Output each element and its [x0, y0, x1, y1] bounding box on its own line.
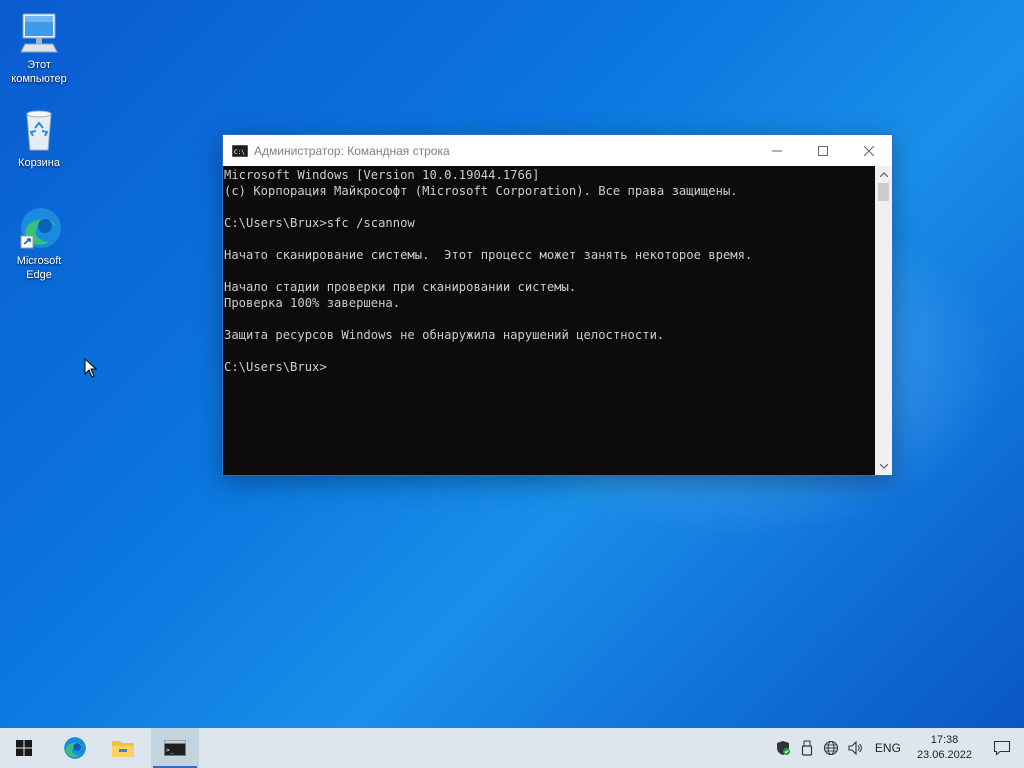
mouse-cursor-icon — [84, 358, 98, 378]
vertical-scrollbar[interactable] — [875, 166, 892, 475]
globe-icon — [823, 740, 838, 756]
close-icon — [864, 145, 874, 156]
cmd-window[interactable]: C:\ Администратор: Командная строка Micr… — [223, 135, 892, 475]
notification-icon — [993, 740, 1011, 756]
language-indicator[interactable]: ENG — [867, 741, 909, 755]
desktop-icon-edge[interactable]: Microsoft Edge — [4, 204, 74, 282]
scroll-up-button[interactable] — [875, 166, 892, 183]
desktop-icon-label: Microsoft Edge — [16, 255, 62, 281]
minimize-button[interactable] — [754, 135, 800, 166]
desktop-icon-this-pc[interactable]: Этот компьютер — [4, 8, 74, 86]
taskbar-edge-button[interactable] — [51, 728, 99, 768]
taskbar: >_ ENG 17:38 23.06.2022 — [0, 728, 1024, 768]
chevron-down-icon — [879, 464, 888, 469]
tray-volume-button[interactable] — [843, 728, 867, 768]
tray-network-button[interactable] — [819, 728, 843, 768]
console-line: Microsoft Windows [Version 10.0.19044.17… — [224, 168, 540, 182]
desktop-icon-label: Корзина — [18, 157, 60, 169]
scroll-thumb[interactable] — [878, 183, 889, 201]
maximize-button[interactable] — [800, 135, 846, 166]
maximize-icon — [818, 145, 828, 156]
edge-icon — [64, 737, 86, 759]
folder-icon — [112, 741, 134, 757]
taskbar-cmd-button[interactable]: >_ — [151, 728, 199, 768]
taskbar-explorer-button[interactable] — [99, 728, 147, 768]
console-output[interactable]: Microsoft Windows [Version 10.0.19044.17… — [223, 166, 875, 475]
action-center-button[interactable] — [980, 728, 1024, 768]
shield-icon — [776, 741, 790, 755]
usb-drive-icon — [801, 740, 813, 756]
clock-time: 17:38 — [930, 734, 959, 746]
console-line: Проверка 100% завершена. — [224, 296, 401, 310]
desktop-icon-recycle-bin[interactable]: Корзина — [4, 106, 74, 170]
edge-icon — [15, 204, 63, 252]
minimize-icon — [772, 150, 782, 151]
computer-icon — [15, 8, 63, 56]
windows-logo-icon — [16, 740, 32, 756]
close-button[interactable] — [846, 135, 892, 166]
console-line: Защита ресурсов Windows не обнаружила на… — [224, 328, 665, 342]
console-line: C:\Users\Brux> — [224, 360, 327, 374]
console-line: C:\Users\Brux>sfc /scannow — [224, 216, 415, 230]
tray-usb-button[interactable] — [795, 728, 819, 768]
system-tray: ENG 17:38 23.06.2022 — [771, 728, 1024, 768]
cmd-app-icon: >_ — [164, 740, 186, 756]
speaker-icon — [848, 740, 862, 756]
chevron-up-icon — [879, 172, 888, 177]
console-line: Начато сканирование системы. Этот процес… — [224, 248, 753, 262]
console-line: (c) Корпорация Майкрософт (Microsoft Cor… — [224, 184, 738, 198]
window-title: Администратор: Командная строка — [254, 143, 450, 158]
svg-text:>_: >_ — [166, 746, 174, 754]
taskbar-clock[interactable]: 17:38 23.06.2022 — [909, 733, 980, 763]
svg-text:C:\: C:\ — [234, 149, 245, 156]
cmd-app-icon: C:\ — [232, 144, 248, 157]
scroll-down-button[interactable] — [875, 458, 892, 475]
clock-date: 23.06.2022 — [916, 749, 972, 761]
tray-defender-button[interactable] — [771, 728, 795, 768]
window-titlebar[interactable]: C:\ Администратор: Командная строка — [223, 135, 892, 166]
start-button[interactable] — [0, 728, 48, 768]
desktop-icon-label: Этот компьютер — [11, 59, 67, 85]
console-line: Начало стадии проверки при сканировании … — [224, 280, 577, 294]
recycle-bin-icon — [15, 106, 63, 154]
